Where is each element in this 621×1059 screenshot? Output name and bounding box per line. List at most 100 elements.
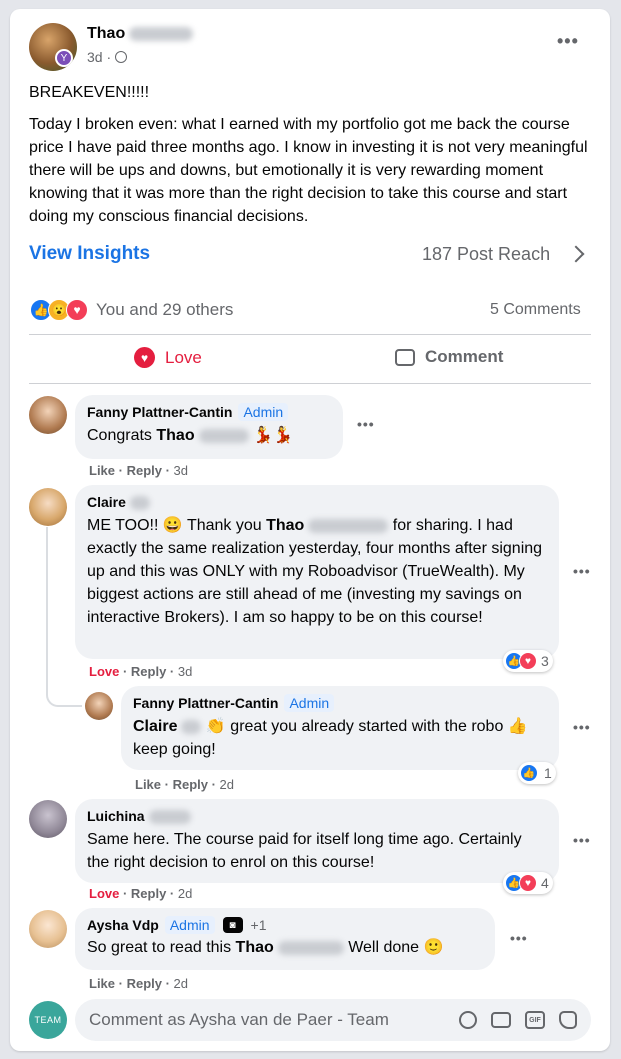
composer-avatar[interactable]: TEAM — [29, 1001, 67, 1039]
admin-badge: Admin — [284, 694, 335, 712]
extra-badges-count[interactable]: +1 — [251, 917, 267, 933]
comment-button[interactable]: Comment — [395, 347, 503, 367]
community-badge-icon: ◙ — [222, 917, 243, 933]
comment-label: Comment — [425, 347, 504, 366]
comment-icon — [395, 348, 415, 366]
like-action[interactable]: Like — [89, 976, 115, 991]
comment-options-icon[interactable]: ••• — [357, 416, 375, 432]
camera-icon[interactable] — [491, 1012, 511, 1028]
chevron-right-icon[interactable] — [567, 245, 585, 263]
post-headline: BREAKEVEN!!!!! — [29, 84, 150, 101]
view-insights-link[interactable]: View Insights — [29, 243, 150, 265]
comment-text: Congrats — [87, 427, 152, 444]
reaction-summary[interactable]: 👍 😮 ♥ You and 29 others — [30, 299, 233, 321]
heart-icon: ♥ — [519, 874, 537, 892]
post-time[interactable]: 3d — [87, 49, 103, 65]
like-icon: 👍 — [520, 764, 538, 782]
comment-actions: Like · Reply · 3d — [89, 463, 189, 478]
comment-bubble: Claire ME TOO!! 😀 Thank you Thao for sha… — [75, 485, 559, 659]
post-options-icon[interactable]: ••• — [557, 31, 579, 52]
like-action[interactable]: Like — [135, 777, 161, 792]
comment-options-icon[interactable]: ••• — [573, 832, 591, 848]
blurred-surname — [129, 495, 150, 510]
heart-icon: ♥ — [66, 299, 88, 321]
commenter-avatar[interactable] — [29, 800, 67, 838]
admin-badge: Admin — [164, 916, 215, 934]
composer-avatar-label: TEAM — [34, 1015, 62, 1025]
reply-action[interactable]: Reply — [131, 886, 166, 901]
comment-actions: Like · Reply · 2d — [89, 976, 189, 991]
comment-time[interactable]: 2d — [178, 886, 192, 901]
mention-link[interactable]: Thao — [266, 517, 304, 534]
blurred-surname — [308, 518, 389, 533]
comment-time[interactable]: 3d — [174, 463, 188, 478]
blurred-surname — [148, 809, 191, 824]
reply-action[interactable]: Reply — [131, 664, 166, 679]
comment-input[interactable]: Comment as Aysha van de Paer - Team GIF — [75, 999, 591, 1041]
gif-icon[interactable]: GIF — [525, 1011, 545, 1029]
commenter-avatar[interactable] — [29, 910, 67, 948]
reply-action[interactable]: Reply — [127, 976, 162, 991]
comment-text: Same here. The course paid for itself lo… — [87, 831, 522, 871]
comment-options-icon[interactable]: ••• — [510, 930, 528, 946]
comment-time[interactable]: 2d — [174, 976, 188, 991]
comment-author[interactable]: Aysha Vdp — [87, 916, 159, 934]
comment-input-placeholder: Comment as Aysha van de Paer - Team — [89, 1010, 389, 1029]
comment-reactions[interactable]: 👍 ♥ 4 — [503, 872, 553, 894]
commenter-avatar[interactable] — [29, 488, 67, 526]
love-action[interactable]: Love — [89, 886, 119, 901]
comment-text: Well done 🙂 — [348, 939, 444, 956]
comment-text: ME TOO!! 😀 Thank you — [87, 517, 262, 534]
post-reach[interactable]: 187 Post Reach — [422, 244, 550, 265]
divider — [29, 334, 591, 335]
comment-author[interactable]: Fanny Plattner-Cantin — [133, 695, 278, 711]
blurred-surname — [129, 26, 194, 41]
commenter-avatar[interactable] — [85, 692, 113, 720]
comment-options-icon[interactable]: ••• — [573, 563, 591, 579]
comment-actions: Love · Reply · 3d — [89, 664, 193, 679]
privacy-icon — [115, 51, 128, 63]
comment-options-icon[interactable]: ••• — [573, 719, 591, 735]
comment-time[interactable]: 2d — [220, 777, 234, 792]
comment-emoji: 💃💃 — [253, 427, 293, 444]
reply-action[interactable]: Reply — [173, 777, 208, 792]
comments-count[interactable]: 5 Comments — [490, 301, 581, 319]
comment-bubble: Fanny Plattner-Cantin Admin Congrats Thao… — [75, 395, 343, 459]
mention-link[interactable]: Claire — [133, 718, 177, 735]
comment-author[interactable]: Luichina — [87, 808, 145, 824]
reaction-count: 1 — [544, 765, 552, 781]
blurred-surname — [198, 428, 249, 443]
sticker-icon[interactable] — [559, 1011, 577, 1029]
author-avatar[interactable]: Y — [29, 23, 77, 71]
heart-icon: ♥ — [134, 347, 155, 368]
reply-action[interactable]: Reply — [127, 463, 162, 478]
heart-icon: ♥ — [519, 652, 537, 670]
comment-actions: Like · Reply · 2d — [135, 777, 235, 792]
comment-reactions[interactable]: 👍 1 — [518, 762, 556, 784]
blurred-surname — [277, 940, 344, 955]
admin-badge: Admin — [238, 403, 289, 421]
commenter-avatar[interactable] — [29, 396, 67, 434]
divider — [29, 383, 591, 384]
like-action[interactable]: Like — [89, 463, 115, 478]
comment-time[interactable]: 3d — [178, 664, 192, 679]
post-body: Today I broken even: what I earned with … — [29, 116, 588, 225]
author-name[interactable]: Thao — [87, 25, 125, 42]
mention-link[interactable]: Thao — [156, 427, 194, 444]
reply-bubble: Fanny Plattner-Cantin Admin Claire 👏 grea… — [121, 686, 559, 770]
comment-bubble: Aysha Vdp Admin ◙ +1 So great to read th… — [75, 908, 495, 970]
comment-author[interactable]: Claire — [87, 494, 126, 510]
comment-reactions[interactable]: 👍 ♥ 3 — [503, 650, 553, 672]
post-card: Y Thao 3d · ••• BREAKEVEN!!!!! Today I b… — [10, 9, 610, 1051]
love-label: Love — [165, 347, 202, 367]
love-action[interactable]: Love — [89, 664, 119, 679]
comment-text: So great to read this — [87, 939, 232, 956]
post-meta: 3d · — [87, 49, 128, 65]
mention-link[interactable]: Thao — [236, 939, 274, 956]
comment-author[interactable]: Fanny Plattner-Cantin — [87, 404, 232, 420]
love-button[interactable]: ♥ Love — [134, 347, 202, 368]
reactions-text: You and 29 others — [96, 300, 234, 319]
emoji-icon[interactable] — [459, 1011, 477, 1029]
blurred-surname — [181, 719, 202, 734]
comment-actions: Love · Reply · 2d — [89, 886, 193, 901]
